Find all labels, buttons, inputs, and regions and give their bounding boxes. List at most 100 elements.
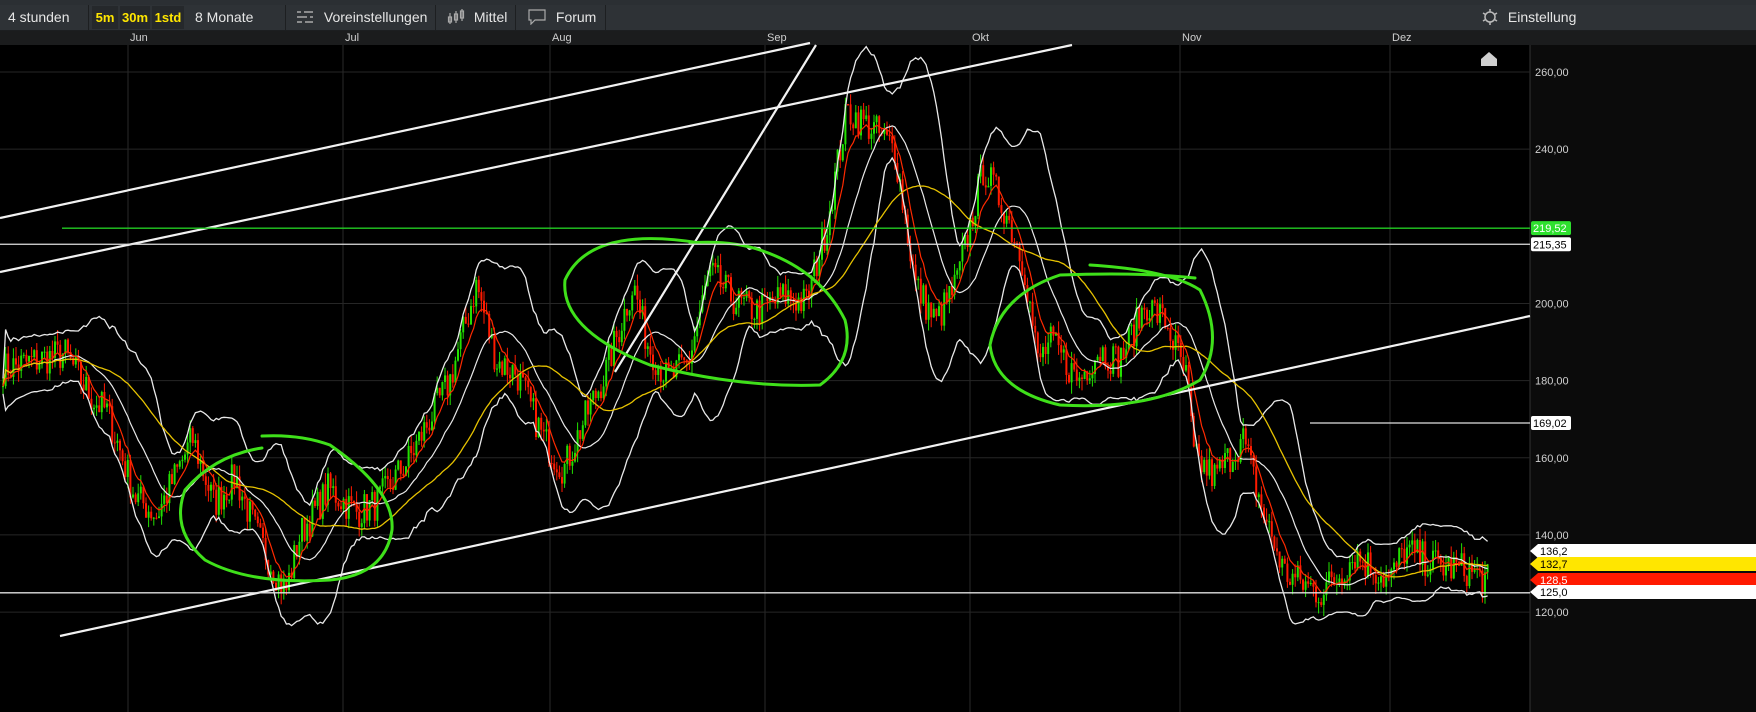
candle <box>828 200 831 244</box>
candle <box>930 302 933 328</box>
candle <box>392 476 394 495</box>
price-tag-label: 136,2 <box>1540 546 1568 558</box>
scroll-to-latest-marker[interactable] <box>1481 52 1497 66</box>
candle <box>132 486 134 499</box>
candle <box>995 173 998 181</box>
candle <box>241 490 244 511</box>
candle <box>350 486 353 507</box>
candle <box>217 476 220 517</box>
candle <box>766 291 769 312</box>
candle <box>1031 292 1034 330</box>
candle <box>769 291 771 310</box>
candle <box>477 275 480 299</box>
candle <box>927 294 930 331</box>
candle <box>1276 537 1278 556</box>
level-label: 219,52 <box>1533 223 1567 235</box>
trendline[interactable] <box>614 44 817 373</box>
candle <box>860 105 862 140</box>
trendline[interactable] <box>59 314 1531 638</box>
candle <box>919 267 922 314</box>
candle <box>451 364 454 388</box>
candle <box>56 330 59 353</box>
candle <box>425 414 428 434</box>
candle <box>116 433 119 452</box>
candle <box>321 482 324 525</box>
candle <box>717 255 719 273</box>
candle <box>48 345 51 381</box>
candle <box>943 288 946 331</box>
candle <box>145 497 147 518</box>
candle <box>470 299 472 325</box>
candle <box>992 161 995 186</box>
candle <box>1354 555 1356 573</box>
candle <box>243 485 246 510</box>
candle <box>563 461 566 488</box>
candle <box>646 342 649 357</box>
candle <box>1213 463 1216 489</box>
candle <box>1003 211 1005 234</box>
candle <box>1268 513 1271 533</box>
candle <box>529 385 532 408</box>
candle <box>1380 566 1382 594</box>
candle <box>987 177 990 188</box>
candle <box>1434 540 1437 557</box>
candle <box>12 348 15 385</box>
candle <box>865 105 868 122</box>
candle <box>256 512 259 527</box>
candle <box>137 483 140 507</box>
candle <box>1138 304 1141 331</box>
candle <box>1130 322 1133 336</box>
candle <box>935 308 938 322</box>
candle <box>303 517 306 542</box>
candle <box>246 498 249 531</box>
candle <box>615 326 618 348</box>
price-chart[interactable]: 219,52215,35169,02136,2132,7128,5125,0 2… <box>0 0 1756 712</box>
candle <box>1068 372 1070 384</box>
candle <box>441 381 444 401</box>
candle <box>594 388 597 410</box>
candle <box>1101 345 1104 362</box>
candle <box>472 295 475 314</box>
candle <box>397 459 400 471</box>
candle <box>15 346 17 369</box>
candle <box>984 176 987 196</box>
candle <box>1307 572 1310 588</box>
candle <box>152 517 155 526</box>
candle <box>1364 554 1367 586</box>
candle <box>532 393 535 411</box>
candle <box>467 313 470 328</box>
candle <box>1018 241 1021 273</box>
candle <box>753 317 756 329</box>
candle <box>1208 447 1211 480</box>
candle <box>1445 554 1447 582</box>
candle <box>922 283 925 307</box>
candle <box>1221 455 1224 475</box>
candle <box>1122 340 1125 360</box>
candle <box>449 373 452 406</box>
candle <box>103 383 106 409</box>
candle <box>545 418 548 442</box>
candle <box>176 463 179 473</box>
candle <box>696 316 699 343</box>
trendline[interactable] <box>0 41 811 220</box>
candle <box>1471 554 1473 580</box>
y-tick-label: 240,00 <box>1535 144 1569 156</box>
candle <box>171 468 173 485</box>
candle <box>1042 343 1044 367</box>
candle <box>1005 210 1008 228</box>
candle <box>272 569 275 585</box>
candle <box>1044 335 1047 364</box>
candle <box>1377 576 1380 591</box>
candle <box>1029 300 1031 313</box>
candle <box>334 475 337 511</box>
candle <box>1421 538 1424 576</box>
candle <box>225 486 228 508</box>
candle <box>1265 508 1268 526</box>
candle <box>841 144 844 162</box>
candle <box>155 512 158 520</box>
candle <box>381 469 384 494</box>
candle <box>750 292 753 328</box>
candle <box>584 400 587 428</box>
candle <box>386 468 389 488</box>
candle <box>7 346 10 382</box>
